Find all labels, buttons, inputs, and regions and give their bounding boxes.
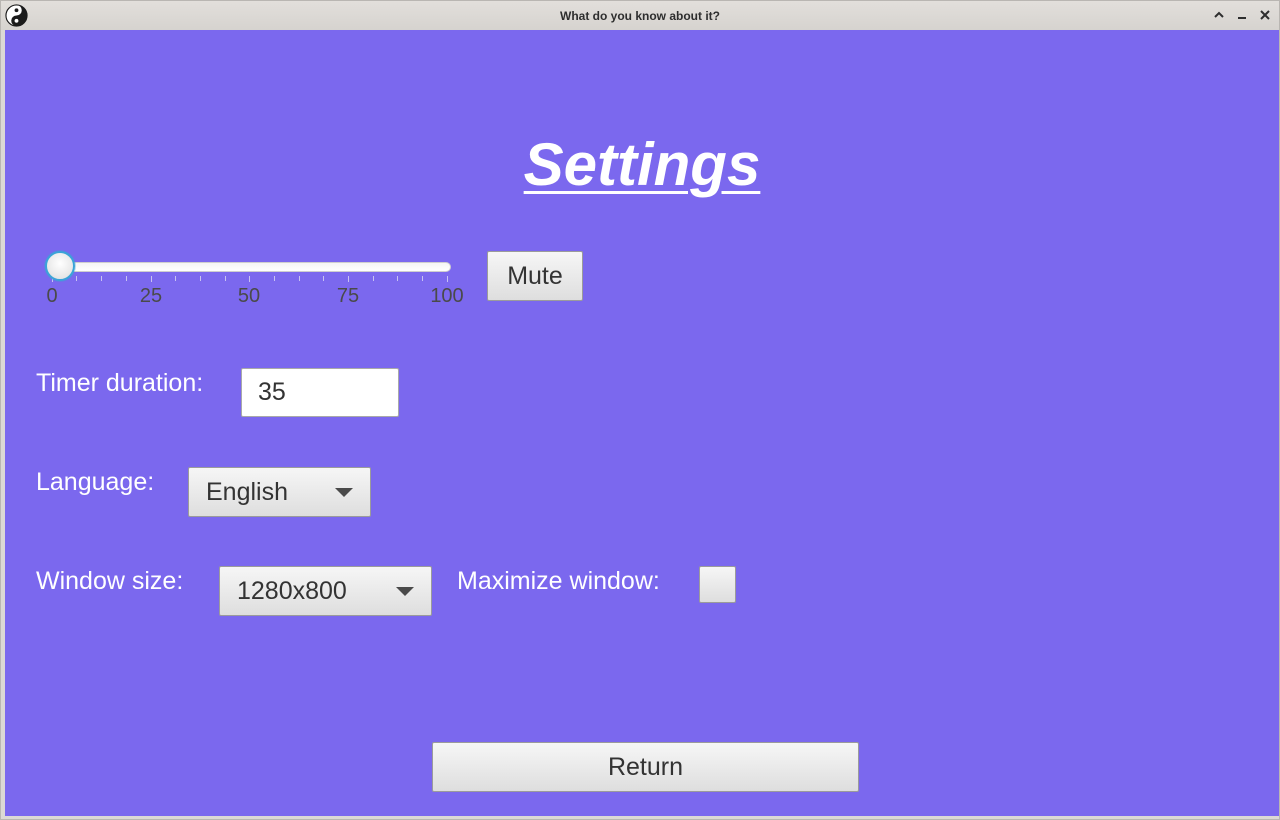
chevron-down-icon bbox=[396, 587, 414, 596]
chevron-down-icon bbox=[335, 488, 353, 497]
slider-tick-label: 0 bbox=[46, 285, 58, 307]
settings-panel: Settings 0 25 50 75 100 Mute Timer durat… bbox=[5, 30, 1279, 816]
maximize-window-checkbox[interactable] bbox=[699, 566, 736, 603]
window-size-selected-value: 1280x800 bbox=[237, 576, 347, 605]
language-label: Language: bbox=[36, 468, 155, 496]
slider-tick bbox=[200, 276, 201, 281]
slider-tick-label: 75 bbox=[336, 285, 360, 307]
minimize-icon bbox=[1238, 17, 1246, 19]
minimize-window-button[interactable] bbox=[1234, 7, 1250, 23]
slider-track[interactable] bbox=[53, 262, 451, 272]
slider-tick bbox=[151, 276, 152, 282]
window-size-label: Window size: bbox=[36, 567, 184, 595]
slider-tick bbox=[225, 276, 226, 281]
timer-duration-label: Timer duration: bbox=[36, 369, 204, 397]
slider-tick bbox=[76, 276, 77, 281]
language-selected-value: English bbox=[206, 477, 288, 506]
slider-tick bbox=[101, 276, 102, 281]
slider-tick bbox=[249, 276, 250, 282]
language-dropdown[interactable]: English bbox=[188, 467, 371, 517]
title-bar[interactable]: What do you know about it? bbox=[1, 1, 1279, 30]
maximize-window-label: Maximize window: bbox=[457, 567, 660, 595]
slider-tick bbox=[126, 276, 127, 281]
slider-tick bbox=[299, 276, 300, 281]
maximize-window-button[interactable] bbox=[1211, 7, 1227, 23]
slider-tick bbox=[274, 276, 275, 281]
slider-tick-label: 50 bbox=[237, 285, 261, 307]
slider-tick bbox=[422, 276, 423, 281]
close-icon bbox=[1260, 10, 1270, 20]
window-size-dropdown[interactable]: 1280x800 bbox=[219, 566, 432, 616]
page-title: Settings bbox=[523, 131, 761, 198]
chevron-up-icon bbox=[1214, 11, 1224, 18]
window-title: What do you know about it? bbox=[560, 9, 720, 23]
slider-tick-label: 100 bbox=[430, 285, 464, 307]
slider-thumb[interactable] bbox=[45, 251, 75, 281]
close-window-button[interactable] bbox=[1257, 7, 1273, 23]
timer-duration-field[interactable]: 35 bbox=[241, 368, 399, 417]
app-window: What do you know about it? Settings 0 25… bbox=[0, 0, 1280, 820]
mute-button[interactable]: Mute bbox=[487, 251, 583, 301]
return-button[interactable]: Return bbox=[432, 742, 859, 792]
slider-tick-label: 25 bbox=[139, 285, 163, 307]
volume-slider[interactable]: 0 25 50 75 100 bbox=[43, 250, 467, 310]
slider-tick bbox=[373, 276, 374, 281]
slider-tick bbox=[348, 276, 349, 282]
slider-tick bbox=[323, 276, 324, 281]
slider-tick bbox=[447, 276, 448, 282]
slider-tick bbox=[175, 276, 176, 281]
slider-tick bbox=[397, 276, 398, 281]
